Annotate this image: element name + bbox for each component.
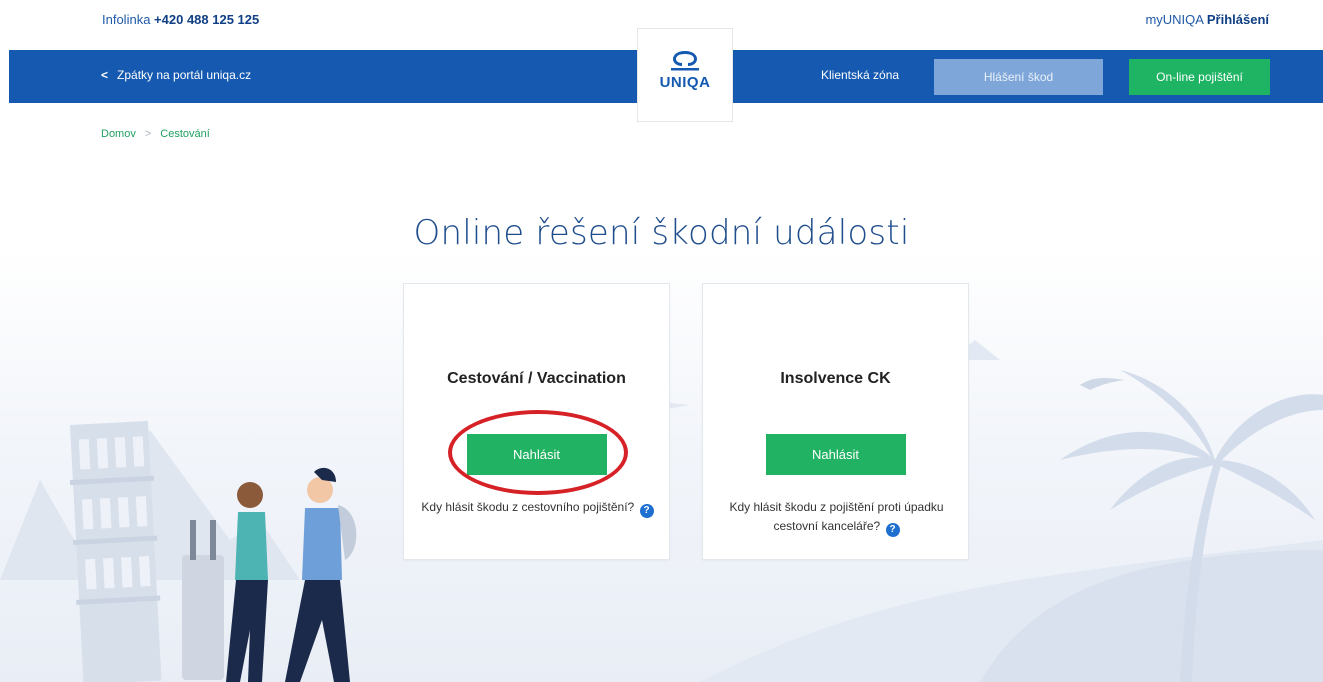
login-link[interactable]: Přihlášení	[1207, 12, 1269, 27]
question-icon[interactable]: ?	[639, 504, 654, 518]
claims-button[interactable]: Hlášení škod	[934, 59, 1103, 95]
logo-text: UNIQA	[659, 74, 711, 91]
card-title: Insolvence CK	[780, 370, 891, 387]
infoline-label: Infolinka	[102, 12, 151, 27]
uniqa-logo-icon	[671, 51, 699, 71]
report-travel-claim-button[interactable]: Nahlásit	[466, 434, 607, 475]
infoline: Infolinka +420 488 125 125	[102, 12, 259, 27]
back-link-label: Zpátky na portál uniqa.cz	[117, 68, 252, 82]
client-zone-link[interactable]: Klientská zóna	[821, 68, 899, 82]
card-help: Kdy hlásit škodu z pojištění proti úpadk…	[719, 498, 954, 537]
travel-vaccination-card: Cestování / Vaccination Nahlásit Kdy hlá…	[403, 283, 670, 560]
question-icon[interactable]: ?	[885, 523, 900, 537]
insolvence-ck-card: Insolvence CK Nahlásit Kdy hlásit škodu …	[702, 283, 969, 560]
card-help-text[interactable]: Kdy hlásit škodu z pojištění proti úpadk…	[729, 500, 943, 533]
back-to-portal-link[interactable]: < Zpátky na portál uniqa.cz	[101, 68, 251, 82]
infoline-phone[interactable]: +420 488 125 125	[154, 12, 259, 27]
chevron-left-icon: <	[101, 68, 109, 82]
report-insolvency-claim-button[interactable]: Nahlásit	[765, 434, 906, 475]
card-help: Kdy hlásit škodu z cestovního pojištění?…	[420, 498, 655, 518]
breadcrumb-home[interactable]: Domov	[101, 128, 136, 140]
card-title: Cestování / Vaccination	[447, 370, 626, 387]
myuniqa-login: myUNIQA Přihlášení	[1145, 12, 1269, 27]
uniqa-logo[interactable]: UNIQA	[637, 28, 733, 122]
online-insurance-button[interactable]: On-line pojištění	[1129, 59, 1270, 95]
page: Infolinka +420 488 125 125 myUNIQA Přihl…	[0, 0, 1323, 682]
myuniqa-label: myUNIQA	[1145, 12, 1204, 27]
breadcrumb-separator-icon: >	[144, 128, 152, 140]
card-help-text[interactable]: Kdy hlásit škodu z cestovního pojištění?	[421, 500, 634, 514]
breadcrumb-current[interactable]: Cestování	[160, 128, 210, 140]
page-title: Online řešení škodní události	[413, 213, 910, 253]
breadcrumb: Domov > Cestování	[101, 128, 210, 140]
